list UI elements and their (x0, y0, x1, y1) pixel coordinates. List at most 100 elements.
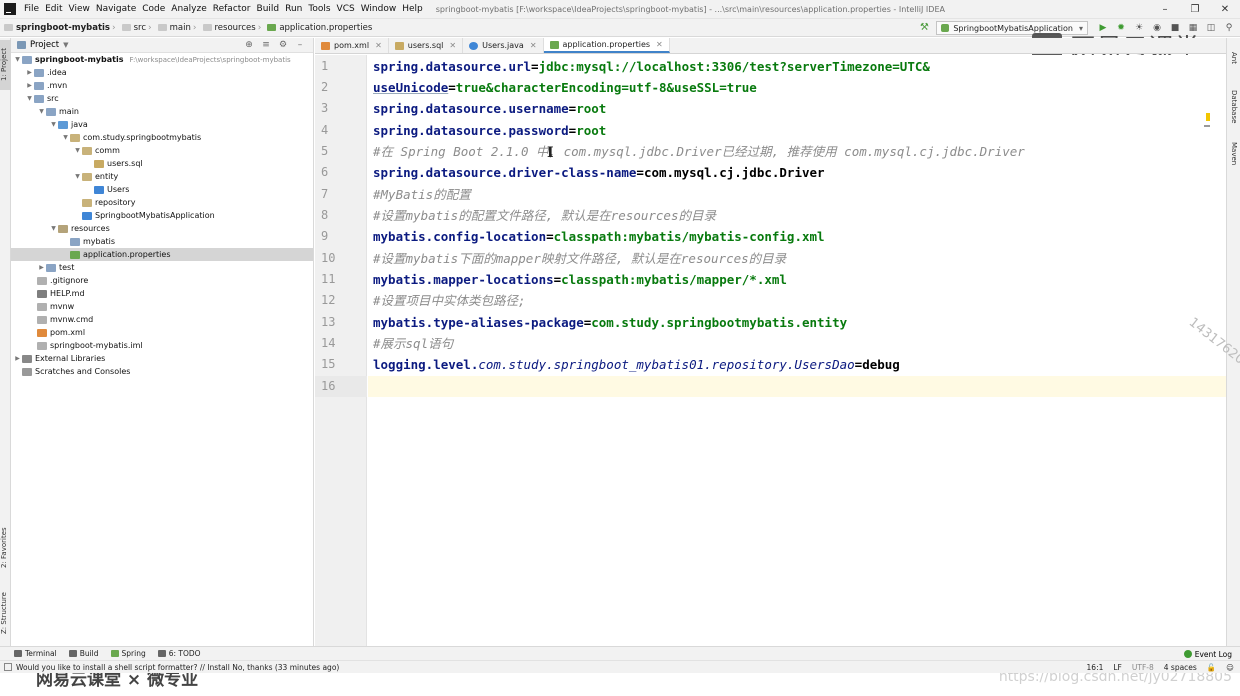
tool-tab-project[interactable]: 1: Project (0, 40, 11, 90)
line-separator[interactable]: LF (1113, 663, 1122, 672)
tool-terminal[interactable]: Terminal (14, 649, 57, 658)
menu-edit[interactable]: Edit (42, 4, 65, 14)
tree-node-project-root[interactable]: ▼ springboot-mybatis F:\workspace\IdeaPr… (11, 53, 313, 66)
caret-position[interactable]: 16:1 (1087, 663, 1104, 672)
tree-node-mvn[interactable]: ▶ .mvn (11, 79, 313, 92)
tool-tab-favorites[interactable]: 2: Favorites (0, 522, 11, 574)
minimize-icon[interactable]: – (1150, 0, 1180, 19)
locate-icon[interactable]: ⊕ (242, 40, 256, 50)
tree-node-help-md[interactable]: HELP.md (11, 287, 313, 300)
menu-build[interactable]: Build (254, 4, 283, 14)
search-everywhere-icon[interactable]: ⚲ (1222, 23, 1236, 33)
code-line-7[interactable]: #MyBatis的配置 (368, 184, 1226, 205)
tab-users-sql[interactable]: users.sql ✕ (389, 38, 464, 53)
collapse-arrow-icon[interactable]: ▶ (37, 264, 46, 271)
tree-node-comm[interactable]: ▼ comm (11, 144, 313, 157)
collapse-all-icon[interactable]: ≡ (259, 40, 273, 50)
menu-navigate[interactable]: Navigate (93, 4, 139, 14)
tree-node-application-properties[interactable]: application.properties (11, 248, 313, 261)
code-line-12[interactable]: #设置项目中实体类包路径; (368, 290, 1226, 311)
tool-todo[interactable]: 6: TODO (157, 649, 201, 658)
tab-pom-xml[interactable]: pom.xml ✕ (315, 38, 389, 53)
expand-arrow-icon[interactable]: ▼ (13, 56, 22, 63)
tree-node-users-class[interactable]: Users (11, 183, 313, 196)
expand-arrow-icon[interactable]: ▼ (49, 225, 58, 232)
code-line-3[interactable]: spring.datasource.username=root (368, 98, 1226, 119)
tree-node-mybatis[interactable]: mybatis (11, 235, 313, 248)
menu-code[interactable]: Code (139, 4, 168, 14)
hide-icon[interactable]: – (293, 40, 307, 50)
code-line-4[interactable]: spring.datasource.password=root (368, 120, 1226, 141)
breadcrumb-src[interactable]: src (118, 23, 146, 33)
tree-node-external-libraries[interactable]: ▶ External Libraries (11, 352, 313, 365)
breadcrumb-file[interactable]: application.properties (263, 23, 372, 33)
breadcrumb-main[interactable]: main (154, 23, 191, 33)
tree-node-repository[interactable]: repository (11, 196, 313, 209)
tree-node-entity[interactable]: ▼ entity (11, 170, 313, 183)
menu-run[interactable]: Run (282, 4, 305, 14)
code-line-1[interactable]: spring.datasource.url=jdbc:mysql://local… (368, 56, 1226, 77)
collapse-arrow-icon[interactable]: ▶ (13, 355, 22, 362)
close-icon[interactable]: ✕ (449, 41, 456, 50)
tree-node-iml[interactable]: springboot-mybatis.iml (11, 339, 313, 352)
tool-tab-ant[interactable]: Ant (1230, 52, 1238, 64)
notification-icon[interactable] (4, 663, 12, 671)
tool-tab-structure[interactable]: Z: Structure (0, 586, 11, 640)
tree-node-test[interactable]: ▶ test (11, 261, 313, 274)
gear-icon[interactable]: ⚙ (276, 40, 290, 50)
tree-node-idea[interactable]: ▶ .idea (11, 66, 313, 79)
expand-arrow-icon[interactable]: ▼ (73, 147, 82, 154)
code-line-5[interactable]: #在 Spring Boot 2.1.0 中, com.mysql.jdbc.D… (368, 141, 1226, 162)
code-line-2[interactable]: useUnicode=true&characterEncoding=utf-8&… (368, 77, 1226, 98)
code-line-9[interactable]: mybatis.config-location=classpath:mybati… (368, 226, 1226, 247)
expand-arrow-icon[interactable]: ▼ (49, 121, 58, 128)
expand-arrow-icon[interactable]: ▼ (25, 95, 34, 102)
tab-application-properties[interactable]: application.properties ✕ (543, 38, 670, 53)
tree-node-users-sql[interactable]: users.sql (11, 157, 313, 170)
file-encoding[interactable]: UTF-8 (1132, 663, 1154, 672)
restore-icon[interactable]: ❐ (1180, 0, 1210, 19)
chevron-down-icon[interactable]: ▼ (63, 41, 68, 49)
collapse-arrow-icon[interactable]: ▶ (25, 82, 34, 89)
code-area[interactable]: spring.datasource.url=jdbc:mysql://local… (368, 55, 1226, 646)
tool-tab-database[interactable]: Database (1230, 90, 1238, 123)
code-line-11[interactable]: mybatis.mapper-locations=classpath:mybat… (368, 269, 1226, 290)
menu-analyze[interactable]: Analyze (168, 4, 209, 14)
tree-node-resources[interactable]: ▼ resources (11, 222, 313, 235)
tool-tab-maven[interactable]: Maven (1230, 142, 1238, 165)
code-editor[interactable]: 1 2 3 4 5 6 7 8 9 10 11 12 13 14 15 16 s… (315, 55, 1240, 646)
tree-node-java[interactable]: ▼ java (11, 118, 313, 131)
expand-arrow-icon[interactable]: ▼ (61, 134, 70, 141)
tree-node-scratches[interactable]: Scratches and Consoles (11, 365, 313, 378)
breadcrumb-resources[interactable]: resources (199, 23, 256, 33)
close-icon[interactable]: ✕ (656, 40, 663, 49)
tree-node-main[interactable]: ▼ main (11, 105, 313, 118)
tree-node-package[interactable]: ▼ com.study.springbootmybatis (11, 131, 313, 144)
expand-arrow-icon[interactable]: ▼ (73, 173, 82, 180)
code-line-6[interactable]: spring.datasource.driver-class-name=com.… (368, 162, 1226, 183)
menu-tools[interactable]: Tools (305, 4, 333, 14)
close-icon[interactable]: ✕ (530, 41, 537, 50)
lock-icon[interactable]: 🔓 (1207, 663, 1216, 672)
project-panel-title[interactable]: Project (30, 40, 59, 50)
tree-node-pom-xml[interactable]: pom.xml (11, 326, 313, 339)
expand-arrow-icon[interactable]: ▼ (37, 108, 46, 115)
tool-event-log[interactable]: Event Log (1183, 647, 1232, 661)
code-line-14[interactable]: #展示sql语句 (368, 333, 1226, 354)
sdk-icon[interactable]: ◫ (1204, 23, 1218, 33)
code-line-16-current[interactable] (368, 376, 1226, 397)
tree-node-src[interactable]: ▼ src (11, 92, 313, 105)
menu-view[interactable]: View (66, 4, 93, 14)
code-line-10[interactable]: #设置mybatis下面的mapper映射文件路径, 默认是在resources… (368, 248, 1226, 269)
editor-scroll-marker[interactable] (1204, 125, 1210, 127)
menu-help[interactable]: Help (399, 4, 426, 14)
close-icon[interactable]: ✕ (1210, 0, 1240, 19)
code-line-8[interactable]: #设置mybatis的配置文件路径, 默认是在resources的目录 (368, 205, 1226, 226)
tool-build[interactable]: Build (68, 649, 99, 658)
menu-refactor[interactable]: Refactor (210, 4, 254, 14)
tree-node-gitignore[interactable]: .gitignore (11, 274, 313, 287)
tree-node-mvnw[interactable]: mvnw (11, 300, 313, 313)
code-line-13[interactable]: mybatis.type-aliases-package=com.study.s… (368, 312, 1226, 333)
inspector-icon[interactable]: ☺ (1226, 663, 1234, 672)
build-hammer-icon[interactable]: ⚒ (918, 22, 930, 34)
